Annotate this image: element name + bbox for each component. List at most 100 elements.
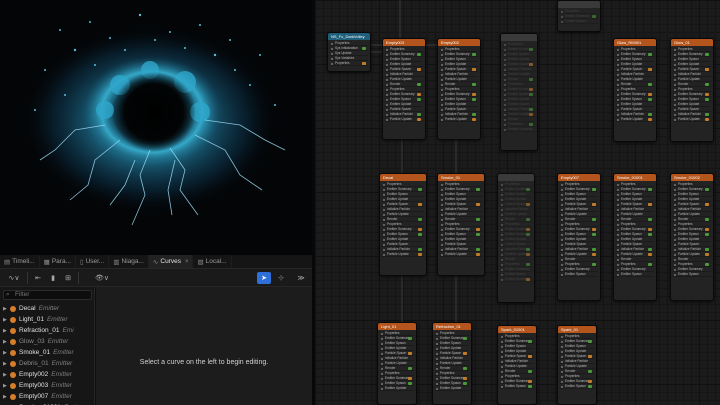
local-modules-icon: ▧ <box>197 258 204 266</box>
expand-arrow-icon[interactable]: ▶ <box>3 339 9 345</box>
more-options-icon[interactable]: ≫ <box>294 272 308 284</box>
expand-arrow-icon[interactable]: ▶ <box>3 361 9 367</box>
key-break-icon[interactable]: ⊞ <box>62 272 74 284</box>
emitter-node[interactable]: Smoke_01002 Properties Emitter Summary Emit… <box>670 173 714 301</box>
tab-niagara-log-label: Niaga... <box>121 258 144 265</box>
emitter-icon <box>10 327 16 334</box>
node-row: Emitter Spawn <box>673 272 711 277</box>
key-flat-icon[interactable]: ▮ <box>47 272 59 284</box>
select-tool-button[interactable]: ➤ <box>257 272 271 284</box>
toolbar-divider <box>78 272 79 284</box>
emitter-node[interactable]: Glow_RIMI01 Properties Emitter Summary Emit… <box>613 38 657 142</box>
emitter-name: Refraction_01 <box>19 327 60 334</box>
emitter-list-item[interactable]: ▶ Glow_03 Emitter <box>0 336 95 347</box>
toolbar-divider <box>27 272 28 284</box>
emitter-kind: Emitter <box>51 371 72 378</box>
emitter-node[interactable]: Smoke_01 Properties Emitter Summary Emitter… <box>437 173 485 276</box>
tab-user-parameters-label: User... <box>85 258 105 265</box>
tab-user-parameters[interactable]: ▯ User... <box>76 255 110 268</box>
tab-curves[interactable]: ∿ Curves × <box>148 255 194 268</box>
node-title: Smoke_01 <box>438 174 484 181</box>
panel-tab-bar: ▤ Timeli... ▦ Para... ▯ User... ▥ Niaga.… <box>0 255 312 269</box>
user-parameters-icon: ▯ <box>79 258 84 266</box>
emitter-node[interactable]: Properties Emitter Summary Emitter Spawn Em… <box>500 33 538 151</box>
emitter-list-item[interactable]: ▶ Light_01 Emitter <box>0 314 95 325</box>
filter-input[interactable]: ⌕ Filter <box>3 290 92 300</box>
system-node[interactable]: NS_Fx_DarkVolley Properties Sys Initializa… <box>327 32 371 72</box>
emitter-node[interactable]: Light_01 Properties Emitter Summary Emitter… <box>377 322 417 405</box>
niagara-log-icon: ▥ <box>113 258 120 266</box>
curve-mode-dropdown[interactable]: ∿∨ <box>4 272 24 284</box>
expand-arrow-icon[interactable]: ▶ <box>3 394 9 400</box>
tab-local-modules-label: Local... <box>205 258 227 265</box>
emitter-node[interactable]: Empty002 Properties Emitter Summary Emitter… <box>437 38 481 140</box>
expand-arrow-icon[interactable]: ▶ <box>3 306 9 312</box>
preview-viewport[interactable] <box>0 0 312 255</box>
emitter-kind: Emitter <box>51 360 73 367</box>
vfx-preview <box>20 13 286 226</box>
emitter-kind: Emitter <box>46 316 68 323</box>
tab-niagara-log[interactable]: ▥ Niaga... <box>109 255 149 268</box>
emitter-name: Debris_01 <box>19 360 49 367</box>
emitter-list: ▶ Decal Emitter ▶ Light_01 Emitter ▶ Refraction… <box>0 303 95 405</box>
node-row: Particle Update <box>616 117 654 122</box>
node-row: Emitter Update <box>500 277 532 282</box>
view-options-dropdown[interactable]: 👁∨ <box>90 272 114 284</box>
emitter-node[interactable]: Refraction_01 Properties Emitter Summary Em… <box>432 322 472 405</box>
emitter-node[interactable]: Glow_01 Properties Emitter Summary Emitter … <box>670 38 714 142</box>
emitter-name: Glow_03 <box>19 338 45 345</box>
emitter-node[interactable]: Properties Emitter Summary Emitter Spawn Em… <box>497 173 535 303</box>
node-title <box>558 1 600 8</box>
tab-local-modules[interactable]: ▧ Local... <box>193 255 232 268</box>
emitter-node[interactable]: Empty007 Properties Emitter Summary Emitter… <box>557 173 601 301</box>
node-title: Smoke_01001 <box>614 174 656 181</box>
filter-placeholder: Filter <box>15 291 30 298</box>
emitter-icon <box>10 371 16 378</box>
node-row: Emitter Summary <box>503 127 535 132</box>
emitter-list-item[interactable]: ▶ Empty002 Emitter <box>0 369 95 380</box>
emitter-icon <box>10 316 16 323</box>
emitter-node[interactable]: Spark_01001 Properties Emitter Summary Emit… <box>497 325 537 405</box>
node-title: Decal <box>380 174 426 181</box>
curve-toolbar: ∿∨ ⇤ ▮ ⊞ 👁∨ ➤ ⊹ ≫ <box>0 269 312 287</box>
node-row: Emitter Update <box>380 386 414 391</box>
parameters-icon: ▦ <box>43 258 50 266</box>
emitter-list-item[interactable]: ▶ Empty003 Emitter <box>0 380 95 391</box>
emitter-node[interactable]: Spark_01 Properties Emitter Summary Emitter… <box>557 325 597 405</box>
eye-icon: 👁∨ <box>94 275 109 282</box>
emitter-list-item[interactable]: ▶ Refraction_01 Emi <box>0 325 95 336</box>
curve-editor-hint: Select a curve on the left to begin edit… <box>139 359 269 366</box>
expand-arrow-icon[interactable]: ▶ <box>3 372 9 378</box>
tab-parameters[interactable]: ▦ Para... <box>40 255 76 268</box>
curve-outliner: ⌕ Filter ▶ Decal Emitter ▶ Light_01 Emitter ▶ R… <box>0 287 95 405</box>
node-row: Emitter Spawn <box>560 19 598 24</box>
search-icon: ⌕ <box>6 291 10 298</box>
emitter-list-item[interactable]: ▶ Decal Emitter <box>0 303 95 314</box>
emitter-icon <box>10 360 16 367</box>
node-row: Particle Update <box>673 117 711 122</box>
system-overview-graph[interactable]: NS_Fx_DarkVolley Properties Sys Initializa… <box>315 0 720 405</box>
node-row: Emitter Spawn <box>560 384 594 389</box>
emitter-node[interactable]: Decal Properties Emitter Summary Emitter Sp… <box>379 173 427 276</box>
emitter-list-item[interactable]: ▶ Empty007 Emitter <box>0 391 95 402</box>
transform-tool-icon[interactable]: ⊹ <box>275 272 287 284</box>
node-title: Spark_01001 <box>498 326 536 333</box>
emitter-name: Decal <box>19 305 36 312</box>
emitter-kind: Emitter <box>53 349 74 356</box>
emitter-node[interactable]: Empty003 Properties Emitter Summary Emitter… <box>382 38 426 140</box>
curve-editor-canvas[interactable]: Select a curve on the left to begin edit… <box>96 287 312 405</box>
node-title: NS_Fx_DarkVolley <box>328 33 370 40</box>
expand-arrow-icon[interactable]: ▶ <box>3 350 9 356</box>
close-icon[interactable]: × <box>185 259 189 265</box>
tab-timeline[interactable]: ▤ Timeli... <box>0 255 40 268</box>
expand-arrow-icon[interactable]: ▶ <box>3 328 9 334</box>
expand-arrow-icon[interactable]: ▶ <box>3 383 9 389</box>
emitter-list-item[interactable]: ▶ Debris_01 Emitter <box>0 358 95 369</box>
node-row: Emitter Spawn <box>500 384 534 389</box>
emitter-list-item[interactable]: ▶ Smoke_01 Emitter <box>0 347 95 358</box>
emitter-kind: Emitter <box>47 338 69 345</box>
emitter-node[interactable]: Smoke_01001 Properties Emitter Summary Emit… <box>613 173 657 301</box>
key-left-icon[interactable]: ⇤ <box>32 272 44 284</box>
emitter-node[interactable]: Properties Emitter Summary Emitter Spawn <box>557 0 601 32</box>
expand-arrow-icon[interactable]: ▶ <box>3 317 9 323</box>
